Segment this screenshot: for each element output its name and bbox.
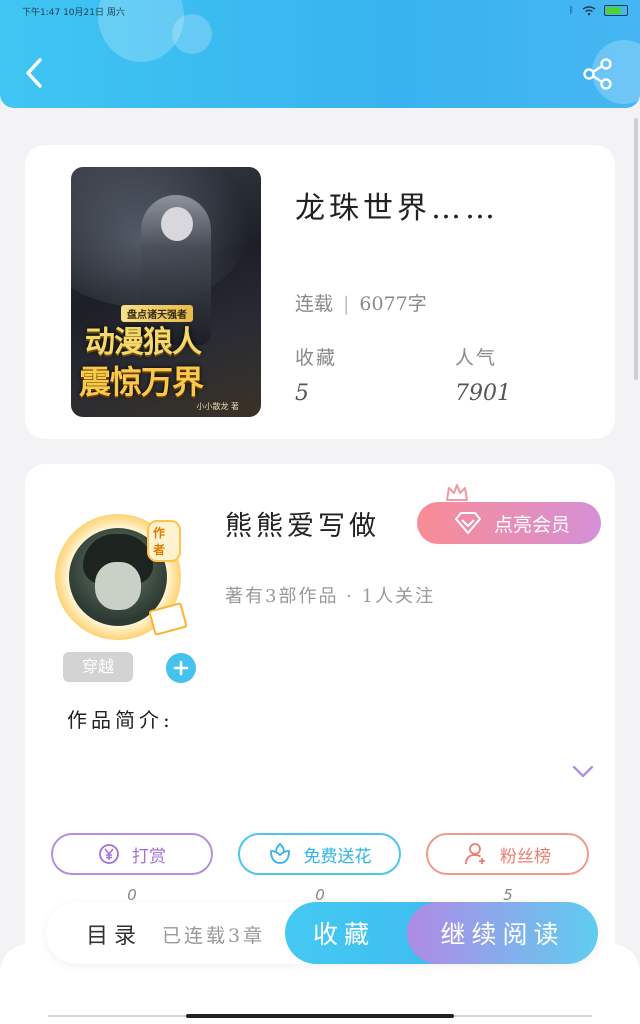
continue-reading-button[interactable]: 继续阅读 — [407, 902, 598, 964]
yen-icon — [99, 844, 119, 864]
share-icon — [583, 58, 612, 90]
scrollbar[interactable] — [634, 118, 638, 380]
author-name[interactable]: 熊熊爱写做 — [225, 504, 380, 543]
header-bubble-decoration — [172, 14, 212, 54]
favorite-button-label: 收藏 — [313, 920, 376, 949]
divider: | — [343, 293, 350, 315]
bottom-toolbar: 目录 已连载3章 收藏 继续阅读 — [46, 902, 598, 964]
cover-author: 小小散龙 著 — [196, 402, 239, 411]
chapters-info[interactable]: 已连载3章 — [162, 921, 265, 948]
home-indicator[interactable] — [186, 1014, 454, 1018]
flower-label: 免费送花 — [303, 846, 372, 867]
share-button[interactable] — [580, 56, 616, 92]
send-flower-button[interactable]: 免费送花 — [238, 833, 401, 875]
intro-label: 作品简介: — [67, 708, 174, 732]
vip-button-label: 点亮会员 — [493, 513, 570, 536]
status-icons: ᛒ — [569, 5, 628, 16]
book-word-count: 6077字 — [359, 293, 427, 315]
favorites-label: 收藏 — [295, 347, 338, 369]
status-time: 下午1:47 10月21日 周六 — [22, 8, 125, 18]
book-title: 龙珠世界…… — [295, 191, 499, 226]
status-bar: 下午1:47 10月21日 周六 ᛒ — [22, 5, 628, 19]
favorites-value: 5 — [295, 381, 309, 406]
continue-reading-label: 继续阅读 — [440, 920, 565, 949]
plus-icon — [173, 660, 189, 676]
fans-icon — [465, 843, 485, 865]
tip-label: 打赏 — [132, 846, 166, 867]
flower-icon — [269, 843, 290, 864]
popularity-label: 人气 — [455, 347, 498, 369]
wifi-icon — [582, 5, 596, 15]
genre-tag[interactable]: 穿越 — [63, 652, 133, 682]
cover-title-line1: 动漫狼人 — [85, 325, 202, 360]
book-cover[interactable]: 盘点诸天强者 动漫狼人 震惊万界 小小散龙 著 — [71, 167, 261, 417]
author-badge: 作者 — [147, 520, 181, 562]
fans-label: 粉丝榜 — [500, 846, 551, 867]
author-avatar[interactable]: 作者 — [55, 514, 188, 640]
tip-button[interactable]: 打赏 — [51, 833, 213, 875]
add-tag-button[interactable] — [166, 653, 196, 683]
expand-intro-button[interactable] — [571, 764, 595, 780]
cover-title-line2: 震惊万界 — [79, 363, 204, 401]
chevron-down-icon — [572, 765, 594, 778]
fans-ranking-button[interactable]: 粉丝榜 — [426, 833, 589, 875]
book-info-card: 盘点诸天强者 动漫狼人 震惊万界 小小散龙 著 龙珠世界…… 连载 | 6077字 … — [25, 145, 615, 439]
back-icon — [26, 58, 42, 88]
author-works-info: 著有3部作品 · 1人关注 — [225, 586, 436, 607]
bluetooth-icon: ᛒ — [568, 5, 574, 16]
catalog-button[interactable]: 目录 — [86, 918, 142, 950]
crown-icon — [446, 484, 468, 501]
book-serial-info: 连载 | 6077字 — [295, 289, 427, 316]
vip-button[interactable]: 点亮会员 — [417, 502, 601, 544]
back-button[interactable] — [20, 56, 52, 90]
avatar-face — [95, 562, 141, 610]
battery-icon — [604, 5, 628, 16]
top-header: 下午1:47 10月21日 周六 ᛒ — [0, 0, 640, 108]
popularity-value: 7901 — [455, 381, 511, 406]
cover-art-face — [161, 207, 193, 241]
diamond-icon — [454, 512, 481, 534]
book-status: 连载 — [295, 293, 334, 315]
